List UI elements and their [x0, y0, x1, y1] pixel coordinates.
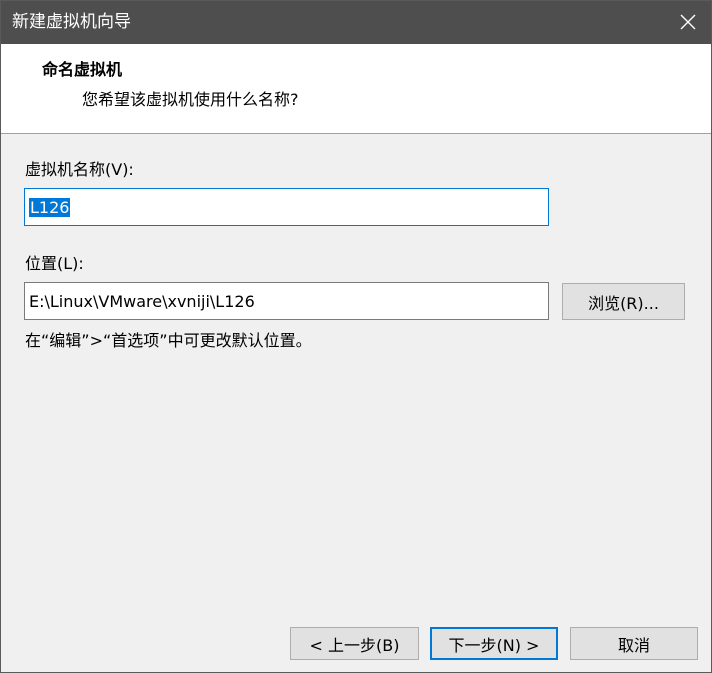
close-button[interactable] — [664, 0, 712, 44]
cancel-button[interactable]: 取消 — [570, 627, 698, 660]
vm-name-input[interactable]: L126 — [24, 188, 549, 226]
vm-name-label: 虚拟机名称(V): — [25, 160, 134, 179]
location-hint: 在“编辑”>“首选项”中可更改默认位置。 — [25, 331, 312, 350]
page-subtitle: 您希望该虚拟机使用什么名称? — [82, 90, 299, 109]
wizard-header: 命名虚拟机 您希望该虚拟机使用什么名称? — [0, 44, 712, 134]
vm-name-value: L126 — [29, 197, 71, 217]
page-title: 命名虚拟机 — [42, 60, 123, 79]
close-icon — [680, 14, 696, 30]
title-bar: 新建虚拟机向导 — [0, 0, 712, 44]
next-button[interactable]: 下一步(N) > — [430, 627, 558, 660]
browse-button[interactable]: 浏览(R)... — [562, 283, 685, 320]
window-title: 新建虚拟机向导 — [12, 12, 131, 32]
location-input[interactable]: E:\Linux\VMware\xvniji\L126 — [24, 282, 549, 320]
back-button[interactable]: < 上一步(B) — [290, 627, 419, 660]
location-label: 位置(L): — [25, 254, 84, 273]
location-value: E:\Linux\VMware\xvniji\L126 — [29, 291, 255, 311]
